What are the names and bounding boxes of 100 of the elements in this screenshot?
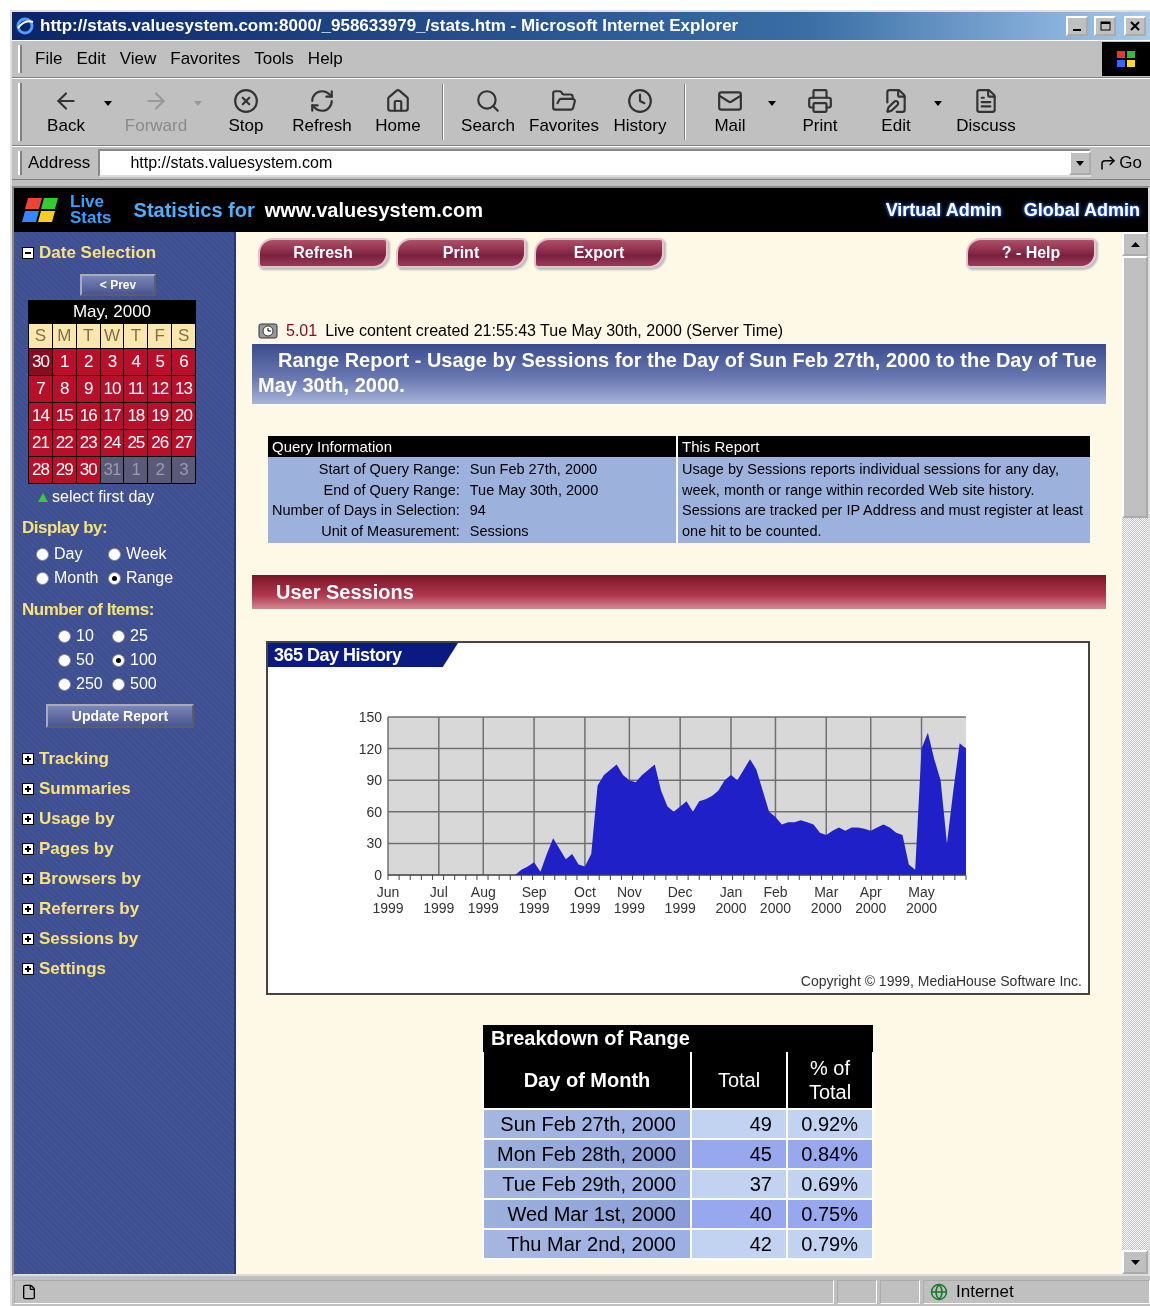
logo-text: Stats [70,210,112,226]
toolbar-button[interactable]: Discuss [948,84,1024,140]
calendar-day[interactable]: 12 [148,376,172,402]
toolbar-button[interactable]: History [602,84,678,140]
calendar-day[interactable]: 20 [172,403,195,429]
menu-item[interactable]: Favorites [163,45,248,73]
calendar-day[interactable]: 28 [29,457,52,483]
hint-text: select first day [52,488,155,506]
calendar-day[interactable]: 16 [76,403,100,429]
radio-button[interactable] [112,677,125,691]
calendar-day[interactable]: 6 [172,349,195,375]
menu-item[interactable]: File [28,45,70,73]
section-link[interactable]: Summaries [39,779,131,799]
calendar-day[interactable]: 9 [76,376,100,402]
calendar-day[interactable]: 23 [76,430,100,456]
section-link[interactable]: Date Selection [39,243,157,263]
radio-button[interactable] [58,677,71,691]
weekday-label: W [100,324,124,348]
radio-button[interactable] [112,629,125,643]
table-cell: 0.75% [787,1199,873,1229]
toolbar-button[interactable]: Mail [692,84,768,140]
calendar-day[interactable]: 14 [29,403,52,429]
menu-item[interactable]: Edit [69,45,113,73]
calendar-day[interactable]: 2 [76,349,100,375]
x-tick-label: Jun 1999 [372,884,404,916]
section-link[interactable]: Settings [39,959,107,979]
calendar-day[interactable]: 15 [52,403,76,429]
calendar-day[interactable]: 22 [52,430,76,456]
copyright-text: Copyright © 1999, MediaHouse Software Inc. [800,973,1082,989]
calendar-day[interactable]: 7 [29,376,52,402]
toolbar-button[interactable]: Refresh [284,84,360,140]
calendar-day[interactable]: 13 [172,376,195,402]
calendar-day[interactable]: 26 [148,430,172,456]
calendar-day[interactable]: 10 [100,376,124,402]
section-link[interactable]: Tracking [39,749,109,769]
calendar-day[interactable]: 1 [52,349,76,375]
menu-item[interactable]: Tools [247,45,301,73]
calendar-day[interactable]: 27 [172,430,195,456]
update-report-button[interactable]: Update Report [46,704,194,728]
radio-button[interactable] [58,629,71,643]
address-field[interactable]: http://stats.valuesystem.com [98,149,1092,177]
radio-label: 10 [76,627,94,645]
help-button[interactable]: ? - Help [966,238,1096,268]
radio-button[interactable] [36,547,49,561]
scroll-up-button[interactable] [1122,232,1148,256]
toolbar-button[interactable]: Print [782,84,858,140]
radio-button[interactable] [108,547,121,561]
dropdown-button[interactable] [1069,151,1092,175]
action-button[interactable]: Refresh [258,238,388,268]
minimize-button[interactable] [1066,16,1088,36]
calendar-day[interactable]: 3 [100,349,124,375]
radio-button[interactable] [112,653,125,667]
weekday-label: M [52,324,76,348]
close-button[interactable] [1124,16,1146,36]
calendar-day[interactable]: 30 [29,349,52,375]
radio-button[interactable] [36,571,49,585]
action-button[interactable]: Print [396,238,526,268]
menu-item[interactable]: Help [300,45,350,73]
maximize-button[interactable] [1094,16,1116,36]
section-link[interactable]: Referrers by [39,899,140,919]
calendar-day[interactable]: 25 [124,430,148,456]
scroll-thumb[interactable] [1122,256,1148,518]
toolbar-button[interactable]: Stop [208,84,284,140]
section-link[interactable]: Pages by [39,839,114,859]
calendar-day[interactable]: 4 [124,349,148,375]
section-link[interactable]: Sessions by [39,929,139,949]
radio-label: Week [126,545,167,563]
radio-button[interactable] [58,653,71,667]
document-icon [973,88,999,114]
toolbar-button[interactable]: Back [28,84,104,140]
calendar-day[interactable]: 17 [100,403,124,429]
calendar-day[interactable]: 5 [148,349,172,375]
calendar-day[interactable]: 19 [148,403,172,429]
weekday-label: T [76,324,100,348]
section-link[interactable]: Usage by [39,809,115,829]
prev-button[interactable]: < Prev [80,274,156,296]
toolbar-button[interactable]: Favorites [526,84,602,140]
calendar-day[interactable]: 21 [29,430,52,456]
calendar-day[interactable]: 8 [52,376,76,402]
calendar-day[interactable]: 29 [52,457,76,483]
action-button[interactable]: Export [534,238,664,268]
calendar-day[interactable]: 24 [100,430,124,456]
status-pane [837,1280,877,1304]
refresh-icon [309,88,335,114]
admin-link[interactable]: Virtual Admin [885,199,1002,221]
calendar-day[interactable]: 30 [76,457,100,483]
calendar-day[interactable]: 18 [124,403,148,429]
go-button[interactable]: Go [1091,153,1150,173]
toolbar-button[interactable]: Edit [858,84,934,140]
calendar-day[interactable]: 11 [124,376,148,402]
radio-button[interactable] [108,571,121,585]
toolbar-button[interactable]: Search [450,84,526,140]
scroll-down-button[interactable] [1122,1250,1148,1274]
toolbar-button[interactable]: Home [360,84,436,140]
scrollbar[interactable] [1122,232,1148,1274]
admin-link[interactable]: Global Admin [1023,199,1140,221]
section-link[interactable]: Browsers by [39,869,142,889]
menu-item[interactable]: View [112,45,164,73]
folder-icon [551,88,577,114]
maximize-icon [1099,21,1111,31]
